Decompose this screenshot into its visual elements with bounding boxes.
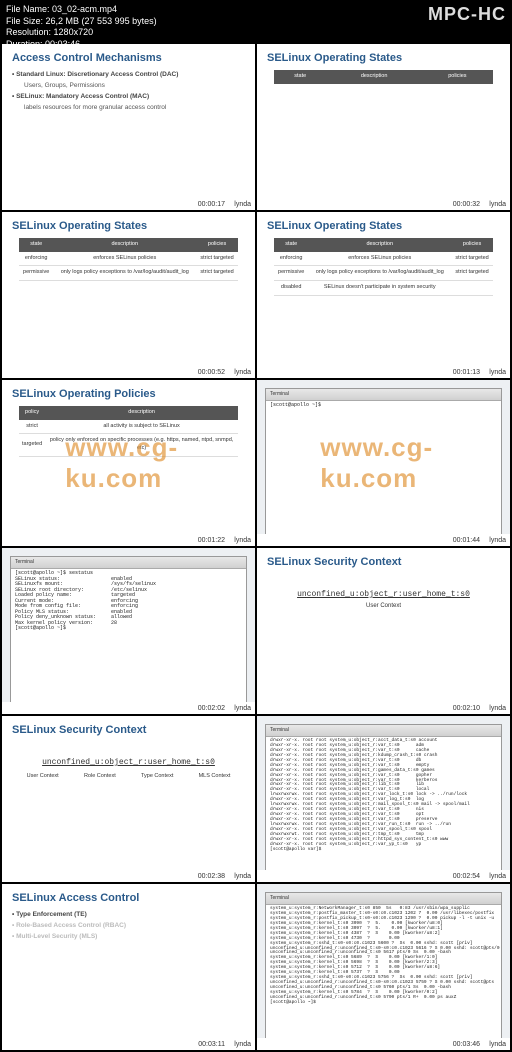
slide-title: SELinux Operating States: [257, 212, 510, 236]
context-label: User Context: [257, 603, 510, 609]
file-name: 03_02-acm.mp4: [52, 4, 117, 14]
slide-title: Access Control Mechanisms: [2, 44, 255, 68]
security-context: unconfined_u:object_r:user_home_t:s0: [2, 758, 255, 767]
app-title: MPC-HC: [428, 4, 506, 25]
slide-thumb[interactable]: SELinux Operating States statedescriptio…: [257, 212, 510, 378]
terminal-titlebar: Terminal: [266, 893, 501, 905]
terminal-output: system_u:system_r:NetworkManager_t:s0 85…: [266, 905, 501, 1008]
slide-thumb[interactable]: SELinux Security Context unconfined_u:ob…: [257, 548, 510, 714]
security-context: unconfined_u:object_r:user_home_t:s0: [257, 590, 510, 599]
slide-thumb[interactable]: SELinux Operating States statedescriptio…: [257, 44, 510, 210]
terminal-output: [scott@apollo ~]$: [266, 401, 501, 411]
states-table: statedescriptionpolicies: [274, 70, 493, 84]
file-size-label: File Size:: [6, 16, 43, 26]
context-labels: User Context Role Context Type Context M…: [2, 773, 255, 779]
thumbnail-grid: Access Control Mechanisms • Standard Lin…: [0, 44, 512, 1052]
slide-thumb[interactable]: SELinux Access Control • Type Enforcemen…: [2, 884, 255, 1050]
slide-thumb[interactable]: Terminal system_u:system_r:NetworkManage…: [257, 884, 510, 1050]
media-player-window: File Name: 03_02-acm.mp4 File Size: 26,2…: [0, 0, 512, 898]
player-info-overlay: File Name: 03_02-acm.mp4 File Size: 26,2…: [0, 0, 512, 44]
terminal-titlebar: Terminal: [266, 389, 501, 401]
slide-thumb[interactable]: SELinux Operating Policies policydescrip…: [2, 380, 255, 546]
slide-thumb[interactable]: SELinux Operating States statedescriptio…: [2, 212, 255, 378]
slide-title: SELinux Security Context: [257, 548, 510, 572]
file-name-label: File Name:: [6, 4, 50, 14]
slide-title: SELinux Operating Policies: [2, 380, 255, 404]
terminal-window: Terminal [scott@apollo ~]$: [265, 388, 502, 536]
slide-thumb[interactable]: Terminal drwxr-xr-x. root root system_u:…: [257, 716, 510, 882]
slide-body: • Standard Linux: Discretionary Access C…: [2, 68, 255, 116]
terminal-window: Terminal [scott@apollo ~]$ sestatus SELi…: [10, 556, 247, 704]
terminal-titlebar: Terminal: [11, 557, 246, 569]
slide-thumb[interactable]: SELinux Security Context unconfined_u:ob…: [2, 716, 255, 882]
terminal-window: Terminal drwxr-xr-x. root root system_u:…: [265, 724, 502, 872]
slide-title: SELinux Operating States: [257, 44, 510, 68]
terminal-output: drwxr-xr-x. root root system_u:object_r:…: [266, 737, 501, 855]
slide-thumb[interactable]: Access Control Mechanisms • Standard Lin…: [2, 44, 255, 210]
terminal-titlebar: Terminal: [266, 725, 501, 737]
terminal-window: Terminal system_u:system_r:NetworkManage…: [265, 892, 502, 1040]
terminal-output: [scott@apollo ~]$ sestatus SELinux statu…: [11, 569, 246, 634]
states-table: statedescriptionpolicies enforcingenforc…: [19, 238, 238, 281]
resolution: 1280x720: [54, 27, 94, 37]
file-size: 26,2 MB (27 553 995 bytes): [46, 16, 157, 26]
slide-thumb[interactable]: Terminal [scott@apollo ~]$ www.cg-ku.com…: [257, 380, 510, 546]
resolution-label: Resolution:: [6, 27, 51, 37]
slide-title: SELinux Access Control: [2, 884, 255, 908]
states-table: statedescriptionpolicies enforcingenforc…: [274, 238, 493, 296]
slide-thumb[interactable]: Terminal [scott@apollo ~]$ sestatus SELi…: [2, 548, 255, 714]
slide-title: SELinux Operating States: [2, 212, 255, 236]
slide-title: SELinux Security Context: [2, 716, 255, 740]
policies-table: policydescription strictall activity is …: [19, 406, 238, 457]
slide-body: • Type Enforcement (TE) • Role-Based Acc…: [2, 908, 255, 945]
